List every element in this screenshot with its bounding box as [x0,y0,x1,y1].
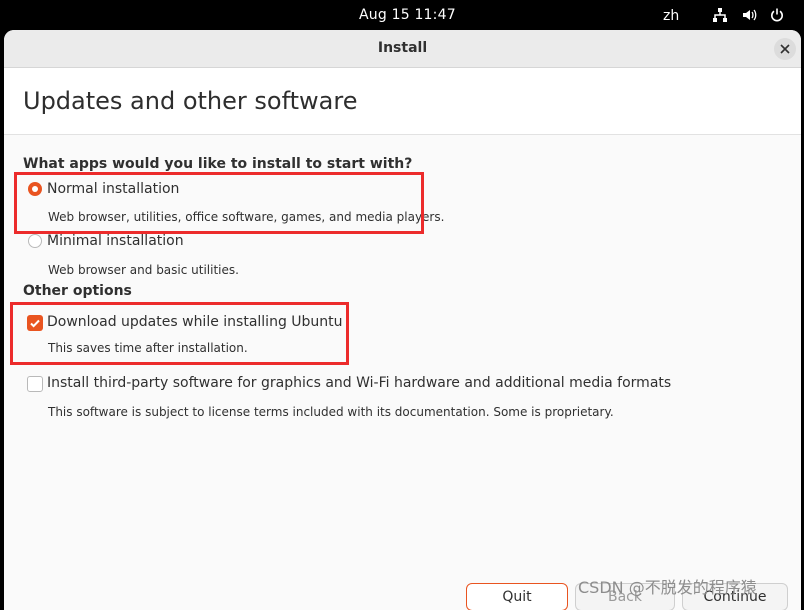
close-button[interactable] [774,38,796,60]
network-icon[interactable] [712,7,728,23]
page-title: Updates and other software [23,87,358,115]
other-options-title: Other options [23,283,132,299]
language-indicator[interactable]: zh [663,8,679,24]
watermark: CSDN @不脱发的程序猿 [578,578,757,597]
third-party-checkbox[interactable] [27,376,43,392]
volume-icon[interactable] [741,7,757,23]
power-icon[interactable] [769,7,785,23]
apps-section-title: What apps would you like to install to s… [23,156,413,172]
quit-button[interactable]: Quit [466,583,568,610]
minimal-installation-radio[interactable] [28,234,42,248]
window-title: Install [377,40,428,56]
title-bar: Install [4,30,801,68]
minimal-installation-label[interactable]: Minimal installation [47,233,184,249]
normal-installation-highlight [14,172,424,234]
download-updates-highlight [10,302,349,365]
close-icon [780,44,790,54]
third-party-description: This software is subject to license term… [48,405,614,419]
third-party-label[interactable]: Install third-party software for graphic… [47,375,671,391]
top-bar: Aug 15 11:47 zh [0,0,804,30]
page-header: Updates and other software [4,68,801,135]
minimal-installation-description: Web browser and basic utilities. [48,263,239,277]
clock[interactable]: Aug 15 11:47 [359,7,456,23]
